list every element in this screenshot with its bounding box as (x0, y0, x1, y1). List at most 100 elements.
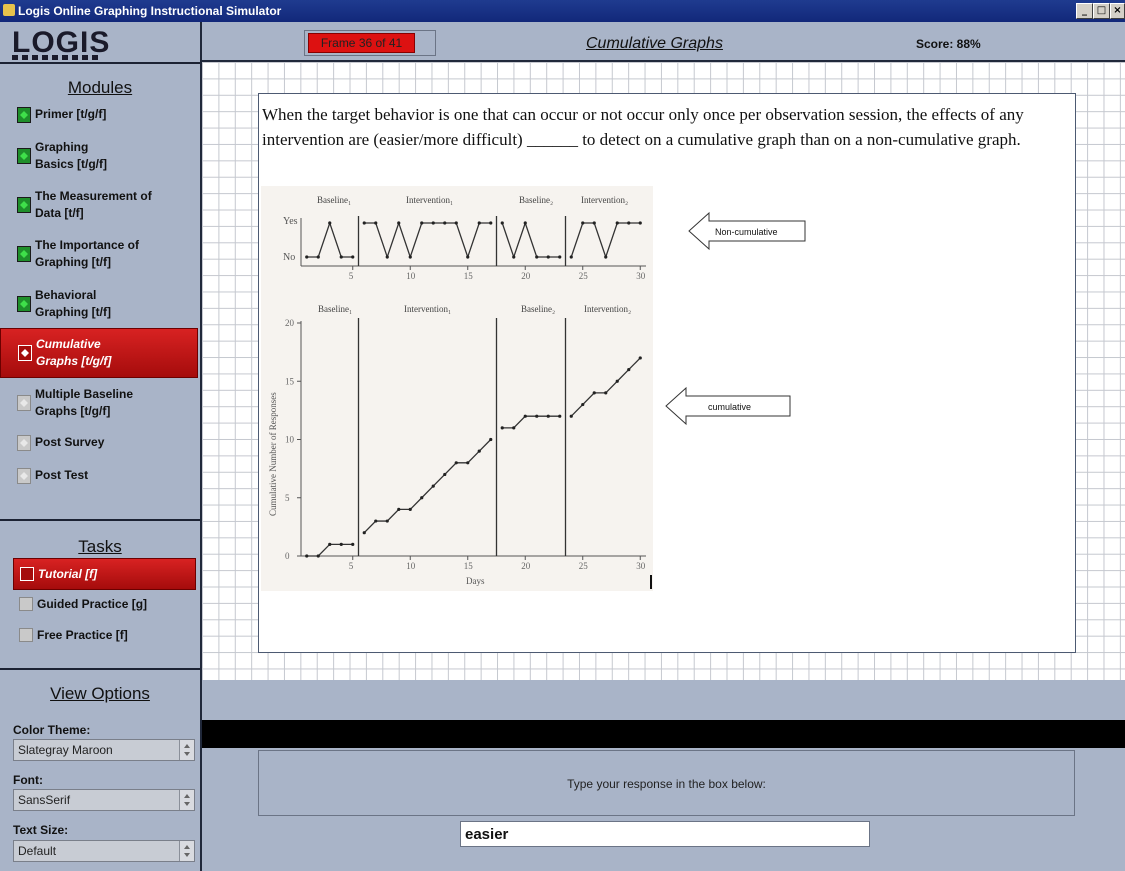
module-graphing-basics[interactable]: Graphing Basics [t/g/f] (0, 139, 200, 175)
x-tick-label: 20 (521, 561, 531, 571)
module-status-icon (17, 246, 31, 262)
data-point (569, 255, 573, 259)
data-point (305, 554, 309, 558)
task-status-icon (19, 628, 33, 642)
data-point (454, 461, 458, 465)
maximize-icon[interactable]: □ (1093, 3, 1110, 19)
data-point (408, 255, 412, 259)
text-size-label: Text Size: (13, 823, 69, 837)
logo-area: LOGIS (0, 22, 200, 62)
module-label-line2: Graphing [t/f] (35, 305, 111, 319)
data-point (443, 472, 447, 477)
response-area: Type your response in the box below: eas… (202, 748, 1125, 871)
data-point (385, 519, 389, 523)
module-label-line2: Data [t/f] (35, 206, 84, 220)
x-axis-label: Days (466, 576, 485, 586)
data-point (546, 255, 550, 259)
data-point (351, 255, 355, 259)
spinner-arrows-icon[interactable] (179, 841, 194, 861)
module-primer[interactable]: Primer [t/g/f] (0, 106, 200, 130)
data-point (339, 255, 343, 259)
y-tick-label: 10 (285, 435, 295, 445)
data-point (420, 496, 424, 500)
score-display: Score: 88% (916, 37, 981, 51)
top-phase-label: Baseline₂ (519, 195, 553, 205)
module-post-survey[interactable]: Post Survey (0, 434, 200, 454)
font-value: SansSerif (18, 793, 71, 807)
data-point (592, 391, 596, 395)
x-tick-label: 25 (579, 561, 589, 571)
data-point (592, 221, 596, 225)
response-prompt: Type your response in the box below: (567, 777, 766, 791)
data-point (397, 507, 401, 511)
module-importance-of-graphing[interactable]: The Importance of Graphing [t/f] (0, 237, 200, 273)
module-behavioral-graphing[interactable]: Behavioral Graphing [t/f] (0, 287, 200, 323)
data-point (397, 221, 401, 225)
module-label: The Measurement of (35, 189, 152, 203)
data-point (408, 507, 412, 511)
module-cumulative-graphs[interactable]: Cumulative Graphs [t/g/f] (0, 328, 198, 378)
spinner-arrows-icon[interactable] (179, 740, 194, 760)
java-app-icon (3, 4, 15, 16)
module-measurement-of-data[interactable]: The Measurement of Data [t/f] (0, 188, 200, 224)
module-status-icon (17, 468, 31, 484)
module-label-line2: Basics [t/g/f] (35, 157, 108, 171)
task-free-practice[interactable]: Free Practice [f] (13, 620, 194, 650)
data-point (305, 255, 309, 259)
data-point (604, 255, 608, 259)
prompt-panel: Type your response in the box below: (258, 750, 1075, 816)
tasks-title: Tasks (78, 537, 122, 556)
data-point (489, 221, 493, 225)
font-label: Font: (13, 773, 43, 787)
font-select[interactable]: SansSerif (13, 789, 195, 811)
data-point (385, 255, 389, 259)
x-tick-label: 15 (464, 561, 474, 571)
y-tick-label: 0 (285, 551, 290, 561)
x-tick-label: 10 (406, 271, 416, 281)
module-label: Multiple Baseline (35, 387, 134, 401)
data-point (638, 356, 642, 360)
non-cumulative-callout: Non-cumulative (688, 211, 806, 251)
modules-title: Modules (67, 78, 133, 97)
close-icon[interactable]: × (1110, 3, 1125, 19)
data-point (512, 426, 516, 430)
data-point (420, 221, 424, 225)
data-point (316, 255, 320, 259)
y-tick-label: 15 (285, 376, 295, 386)
data-point (466, 461, 470, 465)
data-point (339, 542, 343, 546)
response-input[interactable]: easier (460, 821, 870, 847)
window-title: Logis Online Graphing Instructional Simu… (18, 4, 282, 18)
callout-label: Non-cumulative (715, 227, 778, 237)
header: Frame 36 of 41 Cumulative Graphs Score: … (202, 22, 1125, 62)
data-point (581, 402, 585, 407)
x-tick-label: 10 (406, 561, 416, 571)
data-point (351, 542, 355, 546)
data-point (535, 414, 539, 418)
top-phase-label: Intervention₂ (581, 195, 628, 205)
data-point (489, 437, 493, 442)
text-cursor (650, 575, 652, 589)
data-point (362, 221, 366, 225)
spinner-arrows-icon[interactable] (179, 790, 194, 810)
bottom-phase-label: Intervention₁ (404, 304, 451, 314)
module-multiple-baseline-graphs[interactable]: Multiple Baseline Graphs [t/g/f] (0, 386, 200, 422)
module-label: Behavioral (35, 288, 97, 302)
module-post-test[interactable]: Post Test (0, 467, 200, 487)
minimize-icon[interactable]: _ (1076, 3, 1093, 19)
task-tutorial[interactable]: Tutorial [f] (13, 558, 196, 590)
data-point (362, 531, 366, 535)
color-theme-label: Color Theme: (13, 723, 91, 737)
module-label-line2: Graphs [t/g/f] (35, 404, 111, 418)
text-size-select[interactable]: Default (13, 840, 195, 862)
data-point (581, 221, 585, 225)
module-label: Post Test (35, 468, 89, 482)
y-tick-label: 5 (285, 493, 290, 503)
data-point (443, 221, 447, 225)
bottom-phase-label: Baseline₂ (521, 304, 555, 314)
task-status-icon (20, 567, 34, 581)
color-theme-select[interactable]: Slategray Maroon (13, 739, 195, 761)
data-point (638, 221, 642, 225)
figure-background (261, 186, 653, 591)
task-guided-practice[interactable]: Guided Practice [g] (13, 589, 194, 619)
